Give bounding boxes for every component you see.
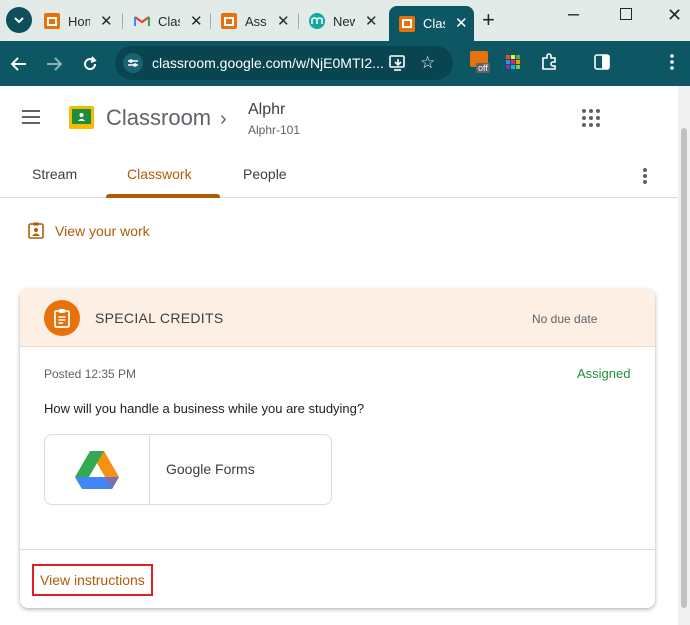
assignment-card: SPECIAL CREDITS No due date Posted 12:35… <box>20 289 655 608</box>
class-name[interactable]: Alphr <box>248 101 285 119</box>
maximize-icon[interactable] <box>620 8 632 24</box>
assignment-question: How will you handle a business while you… <box>44 401 365 416</box>
tab-search-button[interactable] <box>6 7 32 33</box>
assignment-icon <box>44 300 80 336</box>
main-menu-icon[interactable] <box>22 110 42 126</box>
app-name[interactable]: Classroom <box>106 105 211 131</box>
extensions-puzzle-icon[interactable] <box>540 53 558 76</box>
classroom-favicon-icon <box>44 13 60 29</box>
classroom-page: Classroom › Alphr Alphr-101 Stream Class… <box>0 86 690 625</box>
browser-tab-home[interactable]: Home ✕ <box>34 7 113 35</box>
assignment-header[interactable]: SPECIAL CREDITS No due date <box>20 289 655 347</box>
view-your-work-link[interactable]: View your work <box>28 222 150 239</box>
view-instructions-label: View instructions <box>40 572 145 588</box>
google-drive-icon <box>75 450 119 489</box>
browser-tab-gmail[interactable]: Classroom ✕ <box>124 7 203 35</box>
m-favicon-icon <box>309 13 325 29</box>
browser-menu-icon[interactable] <box>670 54 674 75</box>
color-extension-icon[interactable] <box>506 55 520 74</box>
tab-classwork[interactable]: Classwork <box>127 166 192 182</box>
chevron-down-icon <box>14 17 24 24</box>
page-scrollbar[interactable] <box>678 86 690 625</box>
class-section: Alphr-101 <box>248 123 301 137</box>
extension-badge: off <box>476 63 490 73</box>
close-icon[interactable]: ✕ <box>365 14 378 29</box>
minimize-icon[interactable]: – <box>568 4 579 24</box>
close-icon[interactable]: ✕ <box>455 16 468 31</box>
browser-tab-assignments[interactable]: Assignments ✕ <box>211 7 290 35</box>
window-close-icon[interactable]: ✕ <box>667 6 682 24</box>
breadcrumb-chevron-icon: › <box>220 108 227 130</box>
tab-people[interactable]: People <box>243 166 287 182</box>
google-apps-icon[interactable] <box>582 109 600 127</box>
more-options-icon[interactable] <box>643 168 647 184</box>
tab-title: Home <box>68 13 90 29</box>
url-text: classroom.google.com/w/NjE0MTI2... <box>152 55 384 71</box>
tab-title: Classroom <box>158 13 180 29</box>
install-app-icon[interactable] <box>389 54 407 77</box>
new-tab-button[interactable]: + <box>482 9 495 31</box>
extension-off-icon[interactable]: off <box>470 51 492 73</box>
browser-toolbar: classroom.google.com/w/NjE0MTI2... ☆ off <box>0 41 690 86</box>
attachment-thumbnail <box>45 435 150 504</box>
tab-title: Assignments <box>245 13 267 29</box>
scrollbar-thumb[interactable] <box>681 128 687 608</box>
tab-stream[interactable]: Stream <box>32 166 77 182</box>
posted-time: Posted 12:35 PM <box>44 367 137 381</box>
class-nav-tabs: Stream Classwork People <box>0 152 678 198</box>
active-tab-indicator <box>106 194 220 198</box>
browser-tab-strip: Home ✕ Classroom ✕ Assignments ✕ New ✕ C… <box>0 0 690 41</box>
bookmark-star-icon[interactable]: ☆ <box>420 53 435 73</box>
tab-title: Classwork <box>423 16 445 31</box>
close-icon[interactable]: ✕ <box>190 14 203 29</box>
close-icon[interactable]: ✕ <box>277 14 290 29</box>
back-arrow-icon[interactable] <box>9 54 29 74</box>
close-icon[interactable]: ✕ <box>100 14 113 29</box>
side-panel-icon[interactable] <box>594 54 610 75</box>
browser-tab-classwork-active[interactable]: Classwork ✕ <box>389 6 474 41</box>
view-your-work-label: View your work <box>55 222 150 239</box>
tab-title: New <box>333 13 355 29</box>
classroom-logo-icon[interactable] <box>69 106 94 129</box>
gmail-favicon-icon <box>134 13 150 29</box>
status-badge: Assigned <box>577 366 631 381</box>
browser-tab-new[interactable]: New ✕ <box>299 7 378 35</box>
view-instructions-button[interactable]: View instructions <box>32 564 153 596</box>
site-info-icon[interactable] <box>123 53 143 73</box>
attachment-label: Google Forms <box>166 461 255 477</box>
reload-icon[interactable] <box>80 54 100 74</box>
tab-divider <box>122 13 123 29</box>
forward-arrow-icon[interactable] <box>44 54 64 74</box>
assignment-ind-icon <box>28 222 44 239</box>
due-date: No due date <box>532 312 598 326</box>
assignment-title: SPECIAL CREDITS <box>95 310 224 326</box>
classroom-favicon-icon <box>221 13 237 29</box>
address-bar[interactable]: classroom.google.com/w/NjE0MTI2... ☆ <box>115 46 453 80</box>
assignment-footer: View instructions <box>20 549 655 608</box>
google-forms-attachment[interactable]: Google Forms <box>44 434 332 505</box>
classroom-favicon-icon <box>399 15 415 32</box>
